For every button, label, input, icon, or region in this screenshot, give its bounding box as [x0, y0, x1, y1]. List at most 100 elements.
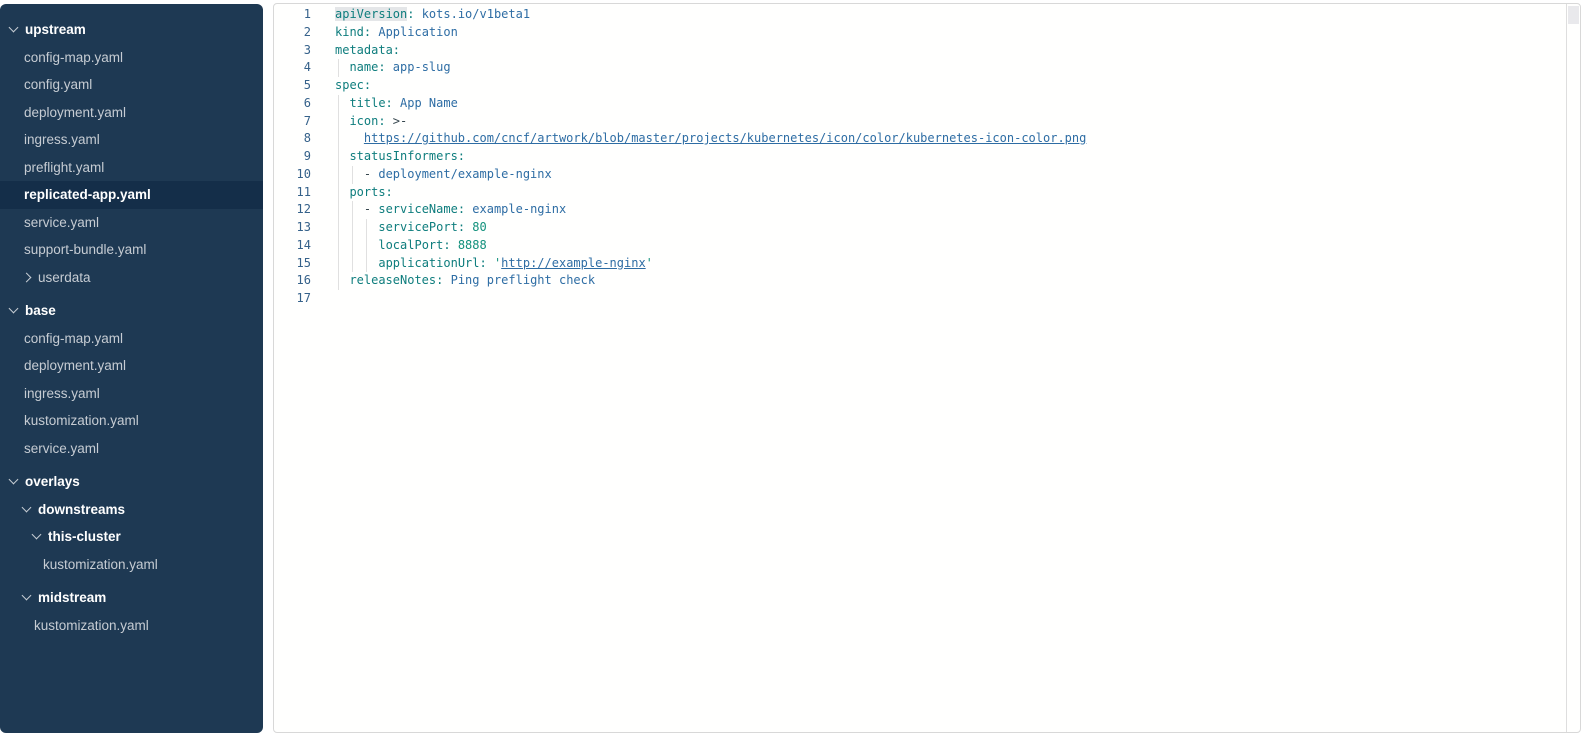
sidebar-item-midstream[interactable]: midstream: [0, 584, 263, 612]
sidebar-item-config-yaml[interactable]: config.yaml: [0, 71, 263, 99]
editor-scrollbar-track[interactable]: [1566, 4, 1580, 732]
code-token: 80: [472, 220, 486, 234]
chevron-right-icon: [22, 272, 32, 282]
indent-guide: [338, 130, 339, 148]
line-number: 12: [274, 201, 311, 219]
indent-guide: [352, 237, 353, 255]
indent-guide: [338, 113, 339, 131]
code-token: -: [364, 167, 378, 181]
code-token: applicationUrl:: [378, 256, 494, 270]
line-number: 9: [274, 148, 311, 166]
tree-item-label: this-cluster: [48, 529, 121, 544]
tree-item-label: service.yaml: [24, 215, 99, 230]
chevron-down-icon: [32, 530, 42, 540]
code-token: ': [646, 256, 653, 270]
file-tree-sidebar: upstream config-map.yaml config.yaml deploy…: [0, 4, 263, 733]
line-number: 2: [274, 24, 311, 42]
sidebar-item-this-cluster[interactable]: this-cluster: [0, 523, 263, 551]
sidebar-item-kustomization-yaml[interactable]: kustomization.yaml: [0, 551, 263, 579]
url-link[interactable]: https://github.com/cncf/artwork/blob/mas…: [364, 131, 1086, 145]
indent-guide: [352, 219, 353, 237]
yaml-editor: 1234567891011121314151617 apiVersion: ko…: [273, 3, 1581, 733]
line-number: 17: [274, 290, 311, 308]
code-line: title: App Name: [335, 95, 1580, 113]
code-token: icon:: [349, 114, 392, 128]
indent-guide: [338, 201, 339, 219]
code-line: - deployment/example-nginx: [335, 166, 1580, 184]
code-token: apiVersion: [335, 7, 407, 21]
chevron-down-icon: [22, 502, 32, 512]
code-line: releaseNotes: Ping preflight check: [335, 272, 1580, 290]
indent-guide: [338, 59, 339, 77]
line-number: 1: [274, 6, 311, 24]
line-number: 10: [274, 166, 311, 184]
tree-item-label: ingress.yaml: [24, 132, 100, 147]
code-token: title:: [349, 96, 400, 110]
sidebar-item-upstream[interactable]: upstream: [0, 16, 263, 44]
sidebar-item-deployment-yaml[interactable]: deployment.yaml: [0, 352, 263, 380]
indent-guide: [338, 166, 339, 184]
sidebar-item-downstreams[interactable]: downstreams: [0, 496, 263, 524]
code-token: localPort:: [378, 238, 457, 252]
tree-item-label: userdata: [38, 270, 91, 285]
tree-item-label: kustomization.yaml: [34, 618, 149, 633]
line-number: 14: [274, 237, 311, 255]
sidebar-item-userdata[interactable]: userdata: [0, 264, 263, 292]
indent-guide: [366, 237, 367, 255]
code-line: applicationUrl: 'http://example-nginx': [335, 255, 1580, 273]
code-token: :: [407, 7, 421, 21]
indent-guide: [366, 219, 367, 237]
line-number: 13: [274, 219, 311, 237]
sidebar-item-base[interactable]: base: [0, 297, 263, 325]
sidebar-item-overlays[interactable]: overlays: [0, 468, 263, 496]
code-line: apiVersion: kots.io/v1beta1: [335, 6, 1580, 24]
sidebar-item-support-bundle-yaml[interactable]: support-bundle.yaml: [0, 236, 263, 264]
indent-guide: [352, 166, 353, 184]
code-token: serviceName:: [378, 202, 472, 216]
indent-guide: [338, 219, 339, 237]
code-line: ports:: [335, 184, 1580, 202]
editor-scrollbar-thumb[interactable]: [1568, 6, 1579, 24]
tree-item-label: config-map.yaml: [24, 331, 123, 346]
code-line: servicePort: 80: [335, 219, 1580, 237]
code-token: App Name: [400, 96, 458, 110]
line-number: 6: [274, 95, 311, 113]
code-editor-surface[interactable]: apiVersion: kots.io/v1beta1kind: Applica…: [311, 6, 1580, 308]
line-number: 3: [274, 42, 311, 60]
code-token: Application: [378, 25, 457, 39]
sidebar-item-deployment-yaml[interactable]: deployment.yaml: [0, 99, 263, 127]
sidebar-item-ingress-yaml[interactable]: ingress.yaml: [0, 126, 263, 154]
code-token: kind:: [335, 25, 378, 39]
line-number: 11: [274, 184, 311, 202]
sidebar-item-kustomization-yaml[interactable]: kustomization.yaml: [0, 612, 263, 640]
sidebar-item-config-map-yaml[interactable]: config-map.yaml: [0, 44, 263, 72]
code-line: localPort: 8888: [335, 237, 1580, 255]
sidebar-item-service-yaml[interactable]: service.yaml: [0, 435, 263, 463]
sidebar-item-service-yaml[interactable]: service.yaml: [0, 209, 263, 237]
code-line: name: app-slug: [335, 59, 1580, 77]
tree-item-label: preflight.yaml: [24, 160, 104, 175]
tree-item-label: upstream: [25, 22, 86, 37]
sidebar-item-ingress-yaml[interactable]: ingress.yaml: [0, 380, 263, 408]
line-number: 4: [274, 59, 311, 77]
tree-item-label: config.yaml: [24, 77, 92, 92]
tree-item-label: service.yaml: [24, 441, 99, 456]
indent-guide: [338, 237, 339, 255]
sidebar-item-config-map-yaml[interactable]: config-map.yaml: [0, 325, 263, 353]
code-line: [335, 290, 1580, 308]
line-number: 8: [274, 130, 311, 148]
code-line: metadata:: [335, 42, 1580, 60]
line-number: 16: [274, 272, 311, 290]
chevron-down-icon: [9, 304, 19, 314]
code-token: 8888: [458, 238, 487, 252]
code-token: releaseNotes:: [349, 273, 450, 287]
url-link[interactable]: http://example-nginx: [501, 256, 646, 270]
sidebar-item-kustomization-yaml[interactable]: kustomization.yaml: [0, 407, 263, 435]
code-token: name:: [349, 60, 392, 74]
line-number: 15: [274, 255, 311, 273]
tree-item-label: kustomization.yaml: [24, 413, 139, 428]
code-line: icon: >-: [335, 113, 1580, 131]
sidebar-item-preflight-yaml[interactable]: preflight.yaml: [0, 154, 263, 182]
sidebar-item-replicated-app-yaml[interactable]: replicated-app.yaml: [0, 181, 263, 209]
tree-item-label: replicated-app.yaml: [24, 187, 151, 202]
